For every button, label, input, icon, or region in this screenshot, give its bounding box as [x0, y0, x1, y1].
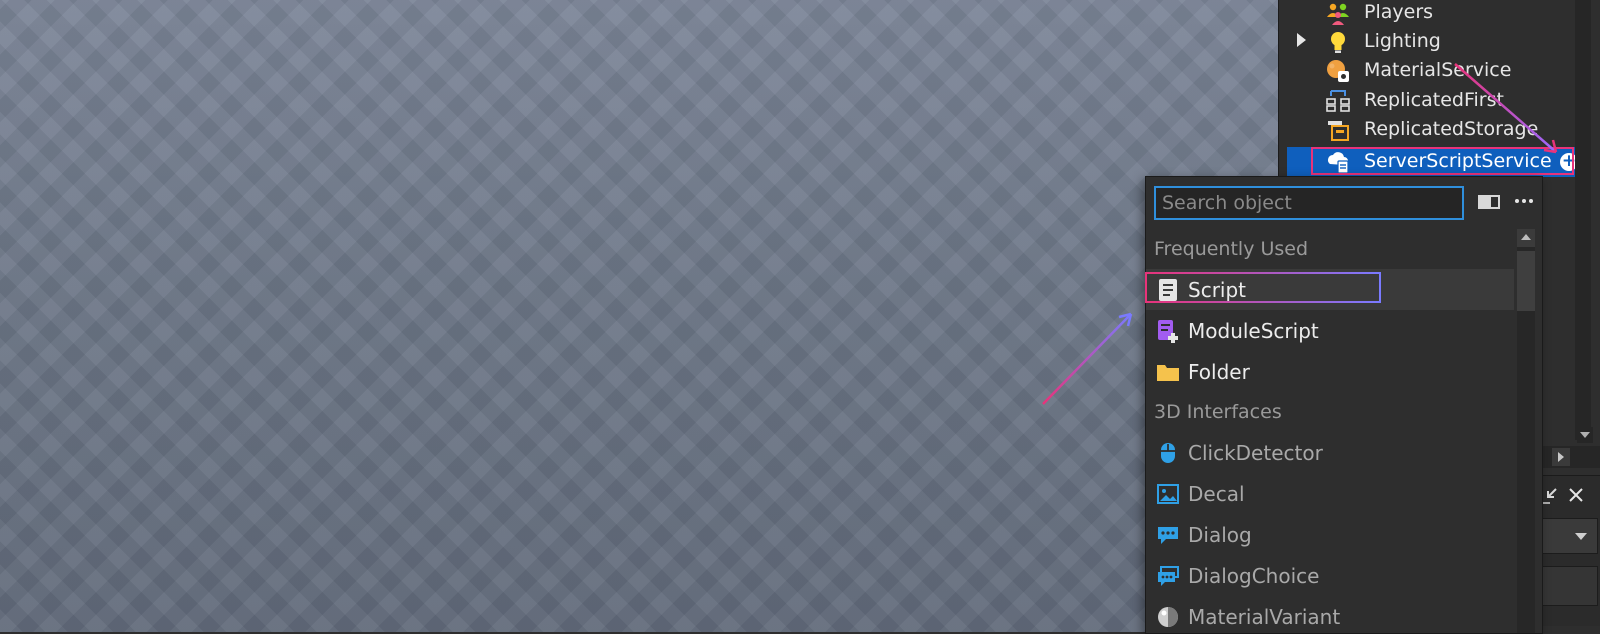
- arrow-to-plus-button: [1454, 63, 1558, 154]
- annotation-arrows: [1042, 63, 1558, 405]
- arrow-to-script: [1042, 312, 1133, 405]
